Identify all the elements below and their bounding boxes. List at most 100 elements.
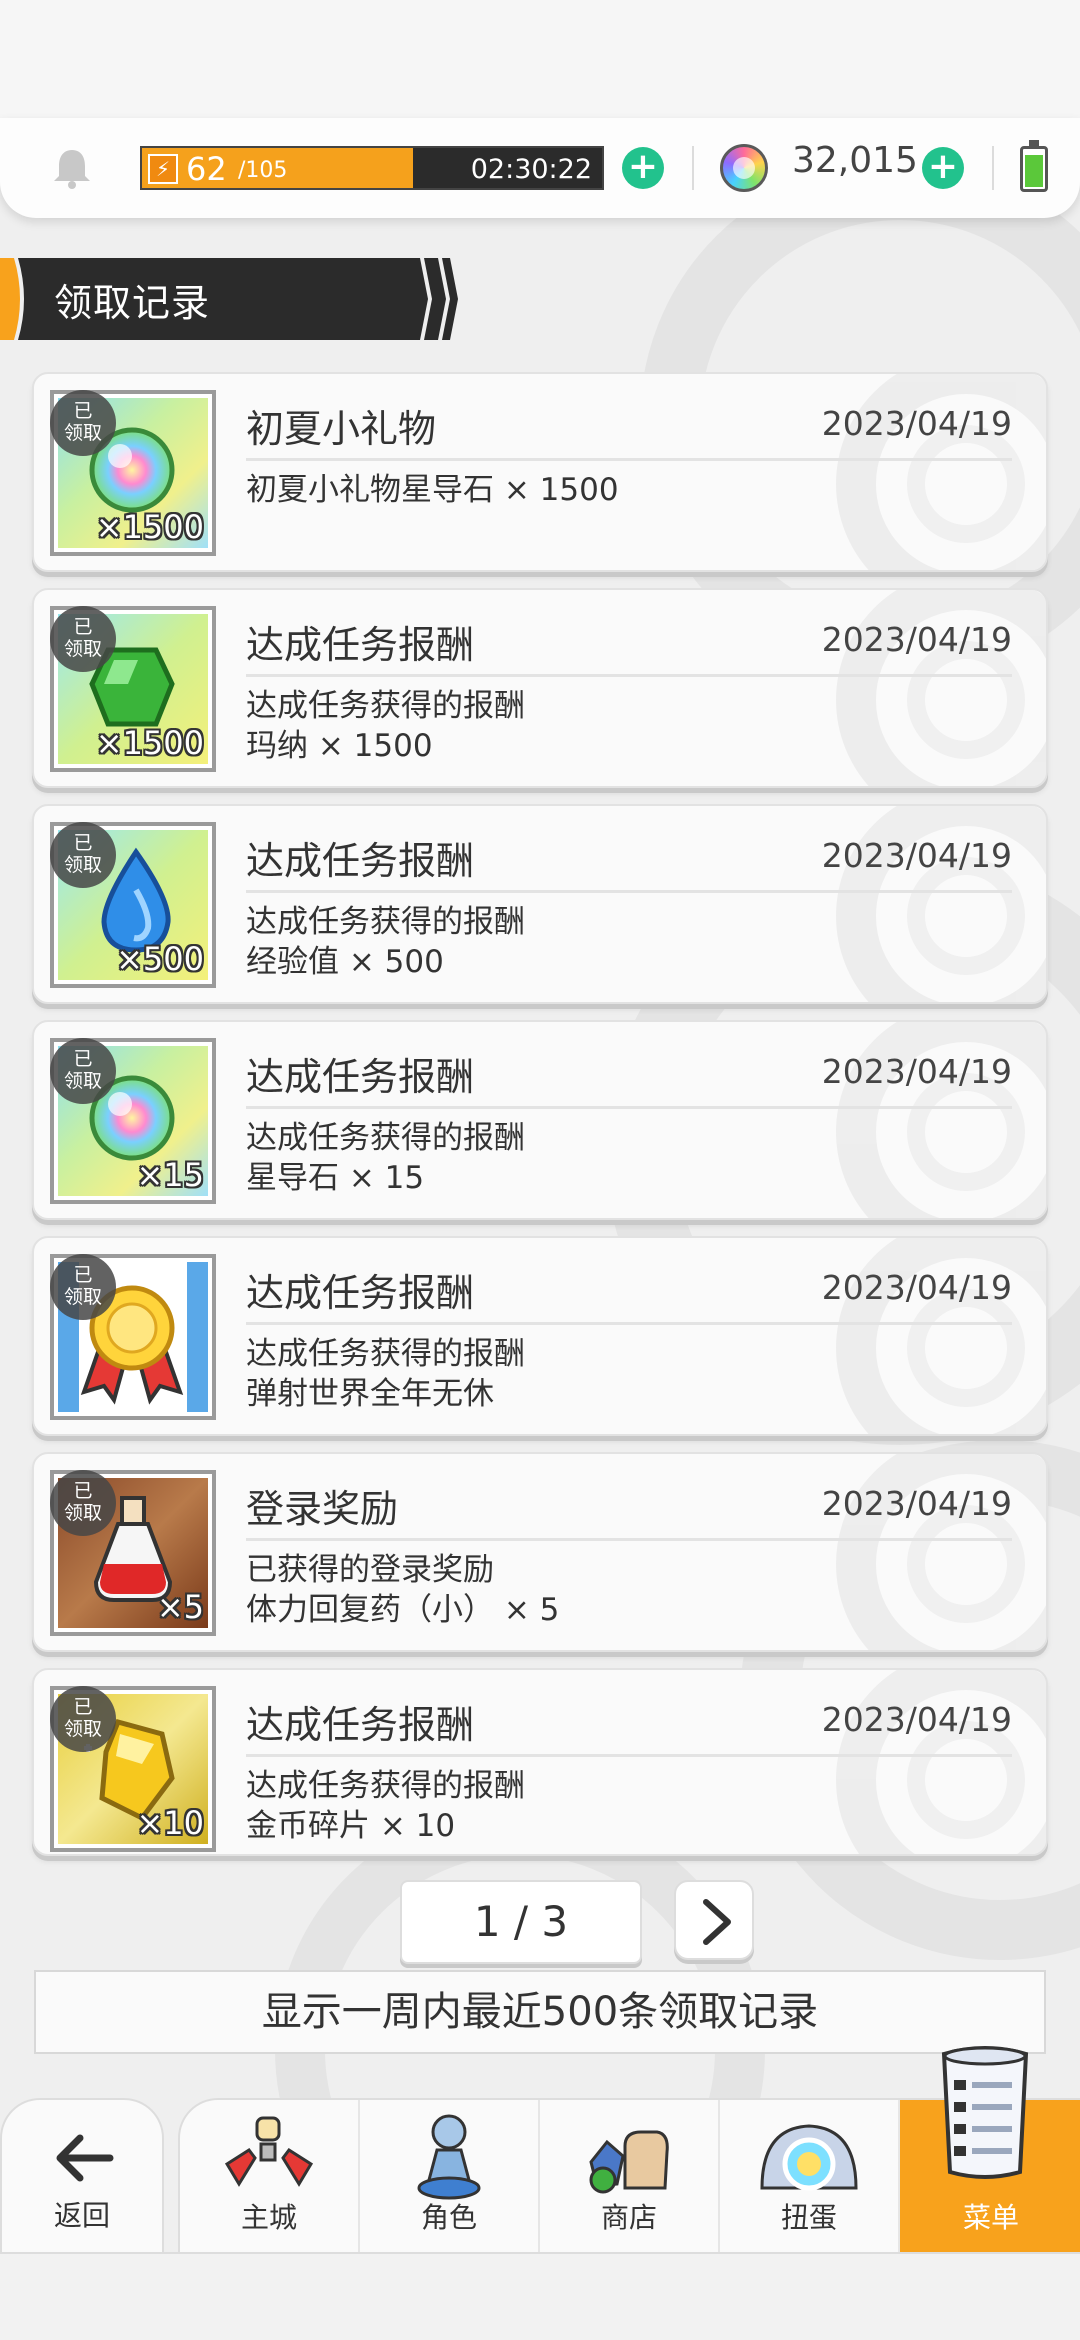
reward-quantity: ×500 bbox=[116, 940, 204, 978]
record-desc-line1: 已获得的登录奖励 bbox=[246, 1552, 494, 1588]
record-card[interactable]: ×15 已领取 达成任务报酬 2023/04/19 达成任务获得的报酬 星导石 × 15 bbox=[32, 1020, 1048, 1220]
reward-thumbnail: ×15 已领取 bbox=[50, 1038, 216, 1204]
nav-label-character: 角色 bbox=[420, 2201, 477, 2234]
record-card[interactable]: 已领取 达成任务报酬 2023/04/19 达成任务获得的报酬 弹射世界全年无休 bbox=[32, 1236, 1048, 1436]
lightning-icon: ⚡ bbox=[148, 154, 178, 184]
claimed-badge: 已领取 bbox=[50, 1038, 116, 1104]
claimed-badge-line1: 已 bbox=[73, 832, 93, 854]
record-title: 达成任务报酬 bbox=[246, 839, 475, 883]
record-card[interactable]: ×10 已领取 达成任务报酬 2023/04/19 达成任务获得的报酬 金币碎片 × 10 bbox=[32, 1668, 1048, 1856]
record-title: 达成任务报酬 bbox=[246, 623, 475, 667]
record-date: 2023/04/19 bbox=[821, 1484, 1012, 1523]
reward-thumbnail: ×1500 已领取 bbox=[50, 390, 216, 556]
claimed-badge: 已领取 bbox=[50, 390, 116, 456]
card-ring-decoration bbox=[836, 806, 1046, 1002]
reward-thumbnail: 已领取 bbox=[50, 1254, 216, 1420]
record-card[interactable]: ×5 已领取 登录奖励 2023/04/19 已获得的登录奖励 体力回复药（小） × 5 bbox=[32, 1452, 1048, 1652]
nav-item-shop[interactable]: 商店 bbox=[540, 2100, 720, 2254]
claimed-badge-line1: 已 bbox=[73, 1696, 93, 1718]
card-ring-decoration bbox=[836, 1238, 1046, 1434]
record-desc-line1: 达成任务获得的报酬 bbox=[246, 904, 525, 940]
divider bbox=[246, 890, 1012, 893]
records-notice: 显示一周内最近500条领取记录 bbox=[34, 1970, 1046, 2054]
reward-quantity: ×5 bbox=[156, 1588, 204, 1626]
claimed-badge-line2: 领取 bbox=[63, 422, 102, 444]
claimed-badge-line1: 已 bbox=[73, 400, 93, 422]
back-label: 返回 bbox=[53, 2199, 110, 2232]
add-stamina-button[interactable]: + bbox=[622, 147, 664, 189]
chevron-right-icon bbox=[703, 1899, 731, 1945]
record-title: 初夏小礼物 bbox=[246, 407, 437, 451]
record-desc-line2: 星导石 × 15 bbox=[246, 1160, 425, 1196]
divider bbox=[246, 458, 1012, 461]
nav-item-character[interactable]: 角色 bbox=[360, 2100, 540, 2254]
record-date: 2023/04/19 bbox=[821, 404, 1012, 443]
record-desc-line2: 经验值 × 500 bbox=[246, 944, 444, 980]
record-title: 达成任务报酬 bbox=[246, 1271, 475, 1315]
reward-quantity: ×1500 bbox=[95, 508, 204, 546]
record-title: 达成任务报酬 bbox=[246, 1055, 475, 1099]
divider bbox=[246, 1754, 1012, 1757]
record-desc-line1: 达成任务获得的报酬 bbox=[246, 1336, 525, 1372]
star-stone-icon bbox=[720, 144, 768, 192]
divider bbox=[246, 1322, 1012, 1325]
card-ring-decoration bbox=[836, 590, 1046, 786]
stamina-bar: ⚡ 62 /105 02:30:22 bbox=[140, 146, 604, 190]
card-ring-decoration bbox=[836, 374, 1046, 570]
divider bbox=[692, 146, 694, 190]
claimed-badge-line2: 领取 bbox=[63, 854, 102, 876]
record-description: 初夏小礼物星导石 × 1500 bbox=[246, 470, 619, 510]
claimed-badge-line1: 已 bbox=[73, 1048, 93, 1070]
section-header: 领取记录 bbox=[0, 258, 460, 340]
gem-count: 32,015 bbox=[792, 140, 918, 181]
claimed-badge: 已领取 bbox=[50, 822, 116, 888]
claimed-badge-line1: 已 bbox=[73, 616, 93, 638]
section-title: 领取记录 bbox=[54, 281, 211, 325]
bell-icon[interactable] bbox=[48, 144, 96, 192]
nav-label-shop: 商店 bbox=[600, 2201, 657, 2234]
menu-list-icon bbox=[941, 2046, 1029, 2179]
nav-item-gacha[interactable]: 扭蛋 bbox=[720, 2100, 900, 2254]
reward-thumbnail: ×1500 已领取 bbox=[50, 606, 216, 772]
record-card[interactable]: ×1500 已领取 初夏小礼物 2023/04/19 初夏小礼物星导石 × 1500 bbox=[32, 372, 1048, 572]
claimed-badge: 已领取 bbox=[50, 1470, 116, 1536]
record-card[interactable]: ×1500 已领取 达成任务报酬 2023/04/19 达成任务获得的报酬 玛纳 × 15… bbox=[32, 588, 1048, 788]
record-card[interactable]: ×500 已领取 达成任务报酬 2023/04/19 达成任务获得的报酬 经验值 × 50… bbox=[32, 804, 1048, 1004]
nav-label-menu: 菜单 bbox=[962, 2201, 1019, 2234]
nav-label-gacha: 扭蛋 bbox=[780, 2201, 837, 2234]
stamina-max: /105 bbox=[238, 158, 288, 183]
claimed-badge: 已领取 bbox=[50, 1254, 116, 1320]
back-button[interactable]: 返回 bbox=[0, 2098, 164, 2252]
record-date: 2023/04/19 bbox=[821, 620, 1012, 659]
battery-icon bbox=[1020, 140, 1048, 192]
next-page-button[interactable] bbox=[674, 1880, 754, 1960]
record-date: 2023/04/19 bbox=[821, 1268, 1012, 1307]
record-desc-line1: 达成任务获得的报酬 bbox=[246, 1120, 525, 1156]
nav-item-menu[interactable]: 菜单 bbox=[900, 2046, 1080, 2254]
divider bbox=[246, 1106, 1012, 1109]
stamina-timer: 02:30:22 bbox=[470, 154, 592, 185]
record-description: 达成任务获得的报酬 经验值 × 500 bbox=[246, 902, 525, 982]
nav-label-castle: 主城 bbox=[240, 2201, 297, 2234]
stamina-current: 62 bbox=[186, 150, 227, 188]
reward-thumbnail: ×500 已领取 bbox=[50, 822, 216, 988]
reward-quantity: ×1500 bbox=[95, 724, 204, 762]
record-date: 2023/04/19 bbox=[821, 1700, 1012, 1739]
system-bottom-bar bbox=[0, 2252, 1080, 2340]
record-title: 登录奖励 bbox=[246, 1487, 399, 1531]
arrow-left-icon bbox=[56, 2134, 114, 2182]
record-date: 2023/04/19 bbox=[821, 836, 1012, 875]
page-indicator: 1 / 3 bbox=[400, 1880, 642, 1964]
add-gem-button[interactable]: + bbox=[922, 147, 964, 189]
reward-quantity: ×15 bbox=[136, 1156, 204, 1194]
record-desc-line2: 弹射世界全年无休 bbox=[246, 1376, 494, 1412]
bottom-nav: 主城 角色 商店 扭蛋 菜单 bbox=[178, 2046, 1080, 2254]
card-ring-decoration bbox=[836, 1454, 1046, 1650]
top-area bbox=[0, 0, 1080, 120]
claimed-badge-line1: 已 bbox=[73, 1480, 93, 1502]
reward-thumbnail: ×10 已领取 bbox=[50, 1686, 216, 1852]
card-ring-decoration bbox=[836, 1022, 1046, 1218]
card-ring-decoration bbox=[836, 1670, 1046, 1854]
nav-item-castle[interactable]: 主城 bbox=[180, 2100, 360, 2254]
claimed-badge-line2: 领取 bbox=[63, 1286, 102, 1308]
